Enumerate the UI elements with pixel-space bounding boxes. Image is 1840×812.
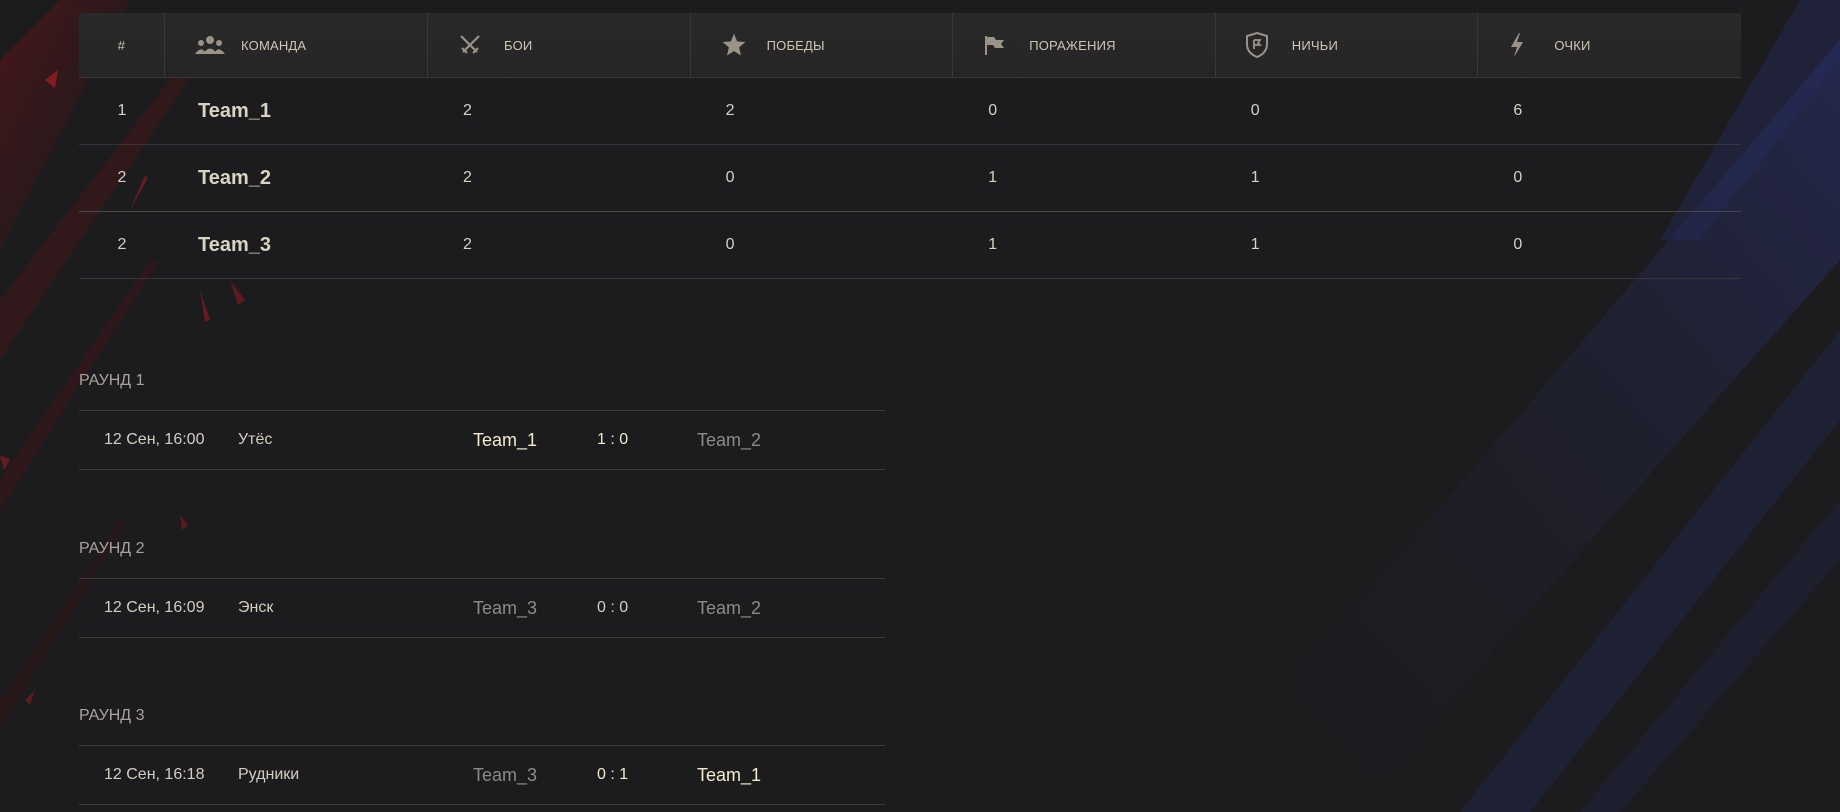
match-score: 0 : 1 [597, 766, 629, 783]
match-home-team[interactable]: Team_1 [473, 430, 597, 451]
row-rank: 2 [117, 236, 127, 253]
match-home-team[interactable]: Team_3 [473, 598, 597, 619]
shield-icon [1245, 30, 1286, 60]
row-points: 6 [1513, 102, 1523, 119]
row-wins: 0 [725, 236, 735, 253]
header-losses[interactable]: ПОРАЖЕНИЯ [953, 13, 1216, 77]
match-date: 12 Сен, 16:00 [104, 431, 205, 448]
match-score: 0 : 0 [597, 599, 629, 616]
row-battles: 2 [463, 169, 472, 186]
match-score: 1 : 0 [597, 431, 629, 448]
flag-icon [983, 30, 1023, 60]
header-wins[interactable]: ПОБЕДЫ [691, 13, 954, 77]
header-team[interactable]: КОМАНДА [165, 13, 428, 77]
header-battles[interactable]: БОИ [428, 13, 691, 77]
row-rank: 1 [117, 102, 127, 119]
row-losses: 1 [988, 236, 998, 253]
row-draws: 0 [1250, 102, 1260, 119]
table-row[interactable]: 2 Team_2 2 0 1 1 0 [79, 145, 1741, 212]
match-home-team[interactable]: Team_3 [473, 765, 597, 786]
round-section: РАУНД 3 12 Сен, 16:18 Рудники Team_3 0 :… [79, 705, 885, 805]
match-date: 12 Сен, 16:09 [104, 599, 205, 616]
tournament-page: # КОМАНДА БОИ ПОБЕДЫ ПОРАЖЕНИЯ НИЧЬИ ОЧК… [0, 0, 1840, 812]
match-away-team[interactable]: Team_1 [697, 765, 857, 786]
row-team[interactable]: Team_1 [165, 100, 428, 123]
row-battles: 2 [463, 102, 472, 119]
match-away-team[interactable]: Team_2 [697, 430, 857, 451]
row-rank: 2 [117, 169, 127, 186]
round-section: РАУНД 2 12 Сен, 16:09 Энск Team_3 0 : 0 … [79, 538, 885, 638]
row-losses: 0 [988, 102, 998, 119]
match-date: 12 Сен, 16:18 [104, 766, 205, 783]
row-wins: 0 [725, 169, 735, 186]
row-battles: 2 [463, 236, 472, 253]
match-row[interactable]: 12 Сен, 16:09 Энск Team_3 0 : 0 Team_2 [79, 578, 885, 638]
table-row[interactable]: 1 Team_1 2 2 0 0 6 [79, 78, 1741, 145]
match-row[interactable]: 12 Сен, 16:18 Рудники Team_3 0 : 1 Team_… [79, 745, 885, 805]
row-draws: 1 [1250, 169, 1260, 186]
match-row[interactable]: 12 Сен, 16:00 Утёс Team_1 1 : 0 Team_2 [79, 410, 885, 470]
row-team[interactable]: Team_3 [165, 234, 428, 257]
crossed-swords-icon [458, 30, 498, 60]
row-points: 0 [1513, 236, 1523, 253]
table-row[interactable]: 2 Team_3 2 0 1 1 0 [79, 212, 1741, 279]
standings-header: # КОМАНДА БОИ ПОБЕДЫ ПОРАЖЕНИЯ НИЧЬИ ОЧК… [79, 13, 1741, 78]
star-icon [721, 30, 761, 60]
header-points[interactable]: ОЧКИ [1478, 13, 1740, 77]
row-team[interactable]: Team_2 [165, 167, 428, 190]
row-losses: 1 [988, 169, 998, 186]
standings-table: # КОМАНДА БОИ ПОБЕДЫ ПОРАЖЕНИЯ НИЧЬИ ОЧК… [79, 13, 1741, 279]
header-draws[interactable]: НИЧЬИ [1216, 13, 1479, 77]
team-icon [195, 30, 235, 60]
round-title: РАУНД 2 [79, 540, 145, 557]
round-section: РАУНД 1 12 Сен, 16:00 Утёс Team_1 1 : 0 … [79, 370, 885, 470]
row-points: 0 [1513, 169, 1523, 186]
round-title: РАУНД 1 [79, 372, 145, 389]
match-map: Энск [238, 599, 274, 616]
header-rank[interactable]: # [79, 13, 165, 77]
row-draws: 1 [1250, 236, 1260, 253]
round-title: РАУНД 3 [79, 707, 145, 724]
match-away-team[interactable]: Team_2 [697, 598, 857, 619]
lightning-icon [1508, 30, 1548, 60]
match-map: Рудники [238, 766, 300, 783]
match-map: Утёс [238, 431, 273, 448]
row-wins: 2 [725, 102, 735, 119]
